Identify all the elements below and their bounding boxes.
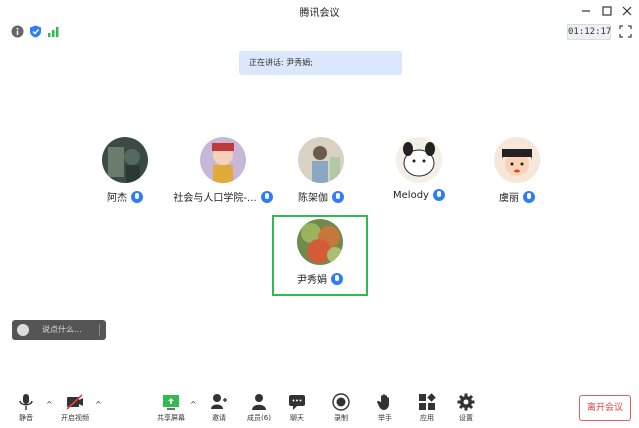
- participant-name: 阿杰: [107, 193, 127, 204]
- hand-icon: [377, 394, 389, 410]
- chevron-left-icon[interactable]: ‹: [105, 323, 109, 334]
- emoji-icon[interactable]: [17, 324, 29, 336]
- members-button[interactable]: 成员(6): [241, 393, 277, 423]
- members-icon: [252, 394, 266, 410]
- participant-name: 尹秀娟: [297, 275, 327, 286]
- mute-button[interactable]: 静音: [8, 393, 44, 423]
- participant-tile[interactable]: 虞丽: [462, 137, 572, 204]
- invite-button[interactable]: 邀请: [201, 393, 237, 423]
- speaking-indicator: 正在讲话: 尹秀娟;: [239, 51, 402, 75]
- chat-placeholder: 说点什么...: [42, 325, 82, 334]
- avatar: [200, 137, 246, 183]
- mic-icon: [331, 272, 343, 285]
- share-screen-icon: [163, 395, 179, 410]
- avatar: [297, 219, 343, 265]
- mic-icon: [432, 189, 445, 201]
- participant-tile[interactable]: 陈架伽: [266, 137, 376, 204]
- avatar: [298, 137, 344, 183]
- participant-name: 虞丽: [499, 193, 519, 204]
- title-bar: 腾讯会议: [0, 0, 639, 22]
- chat-input[interactable]: 说点什么... ‹: [12, 320, 109, 340]
- video-button[interactable]: 开启视频: [57, 393, 93, 423]
- maximize-button[interactable]: [599, 3, 615, 19]
- chevron-up-icon[interactable]: ^: [46, 400, 53, 409]
- window-title: 腾讯会议: [299, 8, 340, 19]
- avatar: [102, 137, 148, 183]
- participant-name: 社会与人口学院-...: [173, 193, 257, 204]
- participant-name: Melody: [393, 189, 429, 201]
- mic-icon: [523, 190, 535, 203]
- divider: [99, 324, 100, 336]
- raise-hand-button[interactable]: 举手: [367, 393, 403, 423]
- avatar: [494, 137, 540, 183]
- meeting-timer: 01:12:17: [567, 24, 611, 40]
- settings-button[interactable]: 设置: [448, 393, 484, 423]
- info-icon[interactable]: [11, 25, 24, 38]
- chat-button[interactable]: 聊天: [279, 393, 315, 423]
- minimize-button[interactable]: [578, 3, 594, 19]
- leave-meeting-button[interactable]: 离开会议: [579, 395, 631, 421]
- shield-icon[interactable]: [29, 25, 42, 38]
- participant-tile[interactable]: 阿杰: [70, 137, 180, 204]
- microphone-icon: [19, 394, 33, 410]
- add-user-icon: [211, 394, 227, 409]
- participant-name: 陈架伽: [298, 193, 328, 204]
- chevron-up-icon[interactable]: ^: [190, 400, 197, 409]
- participant-tile[interactable]: 尹秀娟: [265, 219, 375, 286]
- share-screen-button[interactable]: 共享屏幕: [153, 393, 189, 423]
- participant-tile[interactable]: Melody: [364, 137, 474, 201]
- close-icon: [622, 6, 632, 16]
- gear-icon: [457, 393, 475, 411]
- record-button[interactable]: 录制: [323, 393, 359, 423]
- record-icon: [332, 393, 350, 411]
- close-button[interactable]: [619, 3, 635, 19]
- status-bar: [0, 22, 639, 42]
- mic-icon: [131, 190, 143, 203]
- fullscreen-icon[interactable]: [619, 25, 632, 38]
- minimize-icon: [582, 10, 590, 12]
- avatar: [396, 137, 442, 183]
- mic-icon: [332, 190, 344, 203]
- chat-icon: [289, 395, 305, 410]
- maximize-icon: [602, 6, 612, 16]
- participant-tile[interactable]: 社会与人口学院-...: [168, 137, 278, 204]
- signal-icon[interactable]: [47, 25, 60, 38]
- apps-icon: [419, 393, 436, 410]
- camera-off-icon: [66, 394, 83, 410]
- bottom-toolbar: 静音 ^ 开启视频 ^ 共享屏幕 ^ 邀请 成员(6) 聊天 录制 举手 应用 …: [0, 385, 639, 428]
- chevron-up-icon[interactable]: ^: [95, 400, 102, 409]
- apps-button[interactable]: 应用: [409, 393, 445, 423]
